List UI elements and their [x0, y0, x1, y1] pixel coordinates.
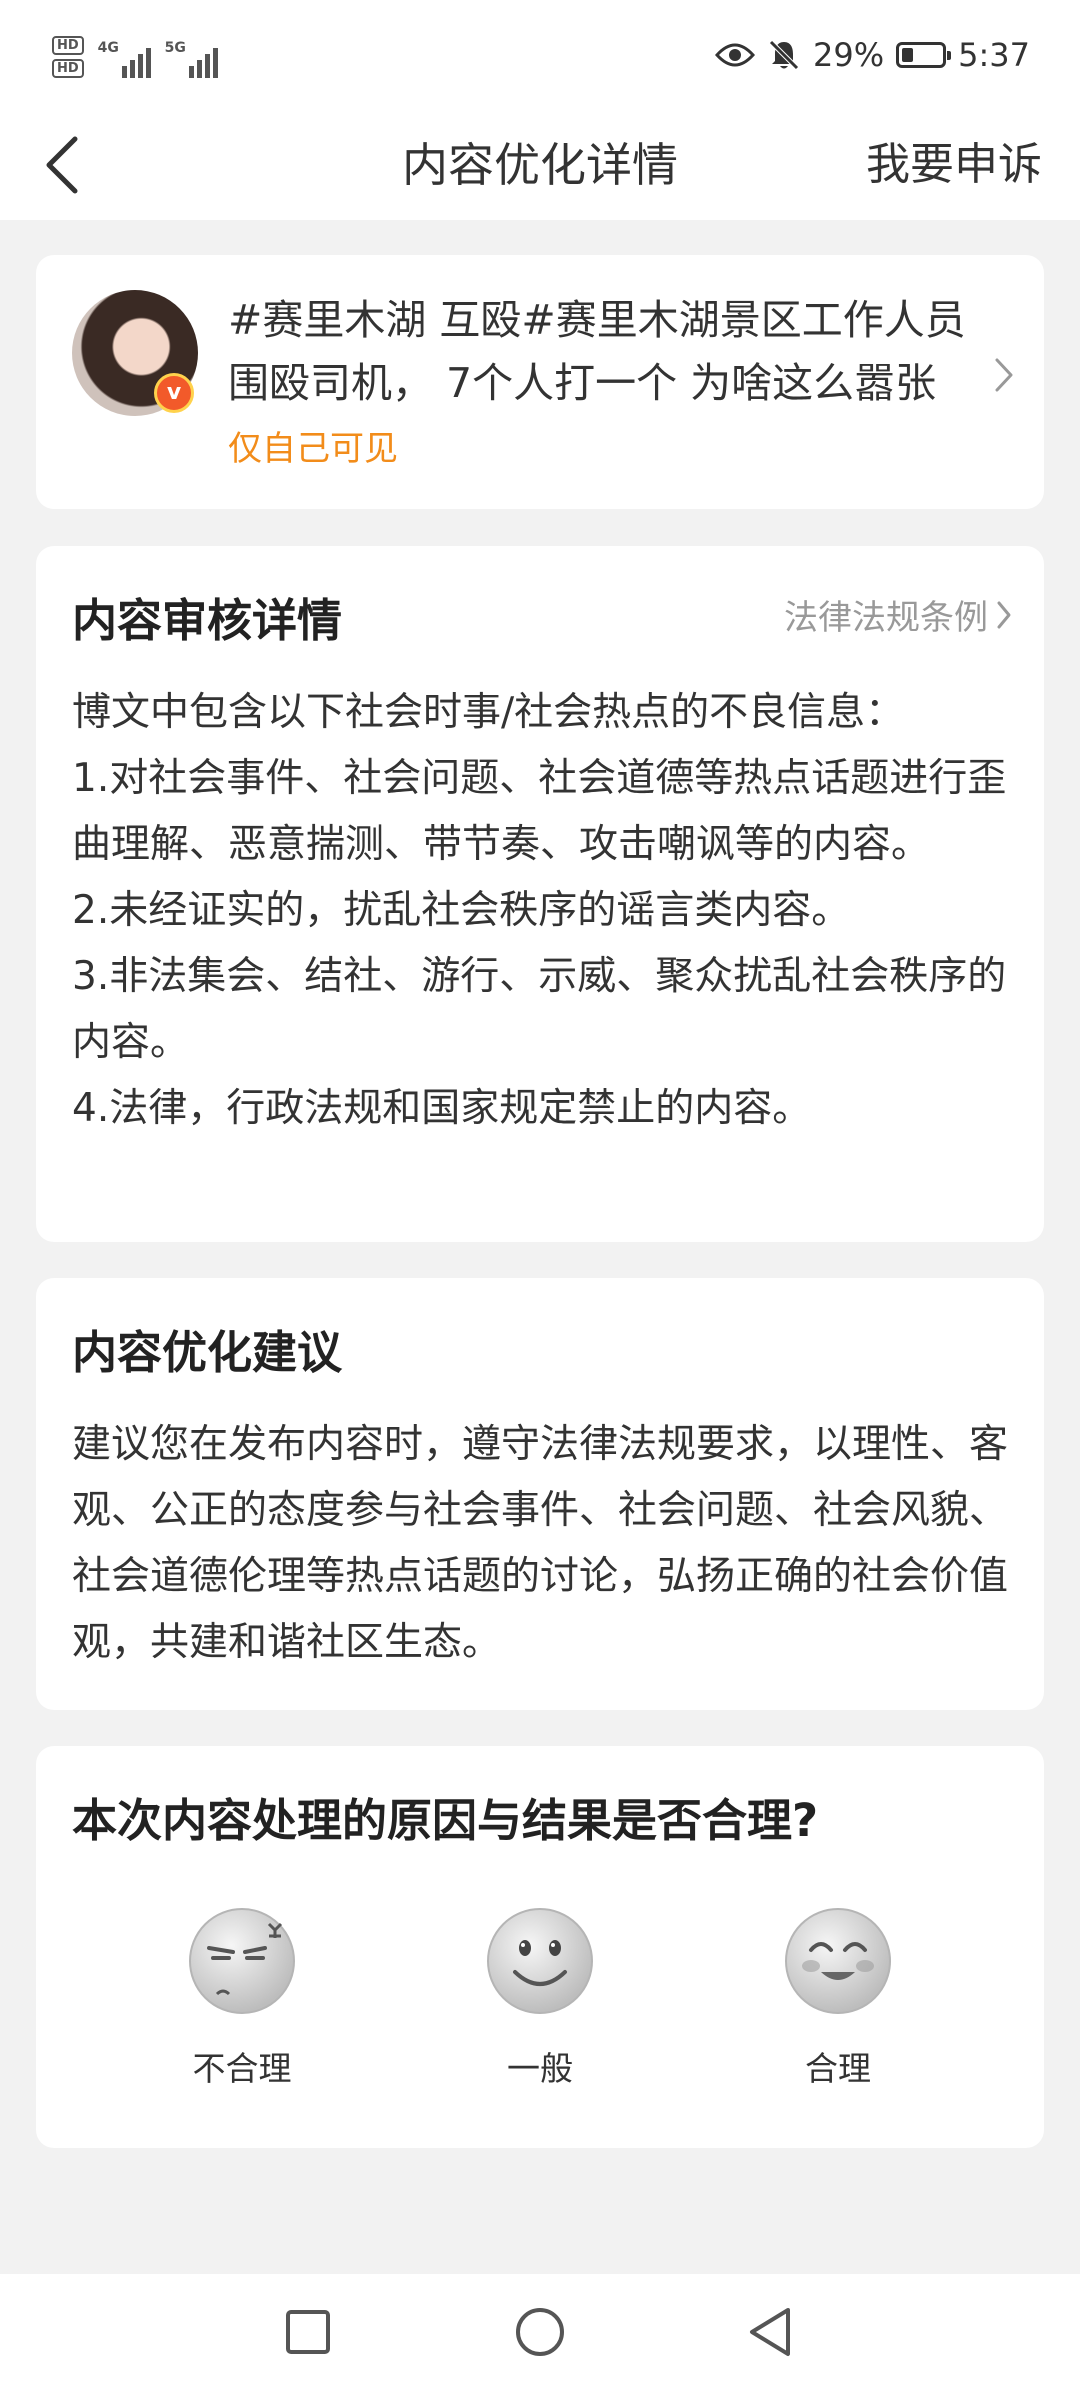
signal-4g-icon: 4G [98, 38, 151, 78]
network-5g-label: 5G [164, 40, 186, 56]
chevron-right-icon [994, 357, 1014, 397]
chevron-left-icon [46, 136, 78, 194]
status-bar: HD HD 4G 5G 29% 5:37 [0, 0, 1080, 110]
appeal-button[interactable]: 我要申诉 [866, 110, 1042, 220]
law-regulations-link[interactable]: 法律法规条例 [784, 590, 1012, 639]
feedback-reasonable-button[interactable]: 合理 [748, 1906, 928, 2090]
network-4g-label: 4G [97, 40, 119, 56]
feedback-question: 本次内容处理的原因与结果是否合理? [72, 1794, 819, 1847]
option-reasonable-label: 合理 [805, 2049, 871, 2088]
eye-icon [715, 43, 756, 67]
battery-icon [896, 42, 952, 68]
law-link-label: 法律法规条例 [784, 598, 988, 638]
review-details-card: 内容审核详情 法律法规条例 博文中包含以下社会时事/社会热点的不良信息： 1.对… [36, 546, 1044, 1242]
hd-badge-bottom: HD [52, 59, 84, 78]
option-unreasonable-label: 不合理 [192, 2049, 292, 2088]
feedback-card: 本次内容处理的原因与结果是否合理? 不合理 一般 合理 [36, 1746, 1044, 2148]
happy-face-icon [785, 1908, 891, 2014]
suggestion-body: 建议您在发布内容时，遵守法律法规要求，以理性、客观、公正的态度参与社会事件、社会… [72, 1412, 1008, 1676]
chevron-right-icon [997, 601, 1011, 628]
home-button[interactable] [512, 2304, 568, 2360]
visibility-label: 仅自己可见 [228, 429, 398, 469]
circle-icon [516, 2308, 564, 2356]
suggestion-card: 内容优化建议 建议您在发布内容时，遵守法律法规要求，以理性、客观、公正的态度参与… [36, 1278, 1044, 1710]
annoyed-face-icon [189, 1908, 295, 2014]
mute-bell-icon [769, 40, 799, 70]
triangle-back-icon [750, 2308, 790, 2356]
battery-percent: 29% [813, 36, 885, 74]
hd-indicator: HD HD [52, 36, 84, 78]
review-item-2: 2.未经证实的，扰乱社会秩序的谣言类内容。 [72, 888, 851, 933]
nav-bar: 内容优化详情 我要申诉 [0, 110, 1080, 220]
battery-fill [902, 48, 914, 62]
system-nav-bar [0, 2274, 1080, 2388]
signal-5g-icon: 5G [165, 38, 218, 78]
suggestion-text: 建议您在发布内容时，遵守法律法规要求，以理性、客观、公正的态度参与社会事件、社会… [72, 1422, 1009, 1665]
post-text: #赛里木湖 互殴#赛里木湖景区工作人员围殴司机， 7个人打一个 为啥这么嚣张 [228, 296, 966, 407]
review-body: 博文中包含以下社会时事/社会热点的不良信息： 1.对社会事件、社会问题、社会道德… [72, 680, 1008, 1142]
review-item-1: 1.对社会事件、社会问题、社会道德等热点话题进行歪曲理解、恶意揣测、带节奏、攻击… [72, 756, 1007, 867]
status-right: 29% 5:37 [715, 36, 1030, 74]
recent-apps-button[interactable] [280, 2304, 336, 2360]
hd-badge-top: HD [52, 36, 84, 55]
suggestion-title: 内容优化建议 [72, 1326, 343, 1379]
post-card[interactable]: v #赛里木湖 互殴#赛里木湖景区工作人员围殴司机， 7个人打一个 为啥这么嚣张… [36, 255, 1044, 509]
square-icon [286, 2310, 330, 2354]
verified-badge-icon: v [154, 373, 194, 413]
review-title: 内容审核详情 [72, 594, 343, 647]
review-intro: 博文中包含以下社会时事/社会热点的不良信息： [72, 690, 905, 735]
status-left: HD HD 4G 5G [52, 36, 218, 78]
review-item-3: 3.非法集会、结社、游行、示威、聚众扰乱社会秩序的内容。 [72, 954, 1007, 1065]
clock: 5:37 [958, 36, 1030, 74]
option-average-label: 一般 [507, 2049, 573, 2088]
neutral-face-icon [487, 1908, 593, 2014]
feedback-average-button[interactable]: 一般 [450, 1906, 630, 2090]
review-item-4: 4.法律，行政法规和国家规定禁止的内容。 [72, 1086, 812, 1131]
system-back-button[interactable] [742, 2304, 798, 2360]
back-button[interactable] [28, 132, 94, 198]
feedback-unreasonable-button[interactable]: 不合理 [152, 1906, 332, 2090]
